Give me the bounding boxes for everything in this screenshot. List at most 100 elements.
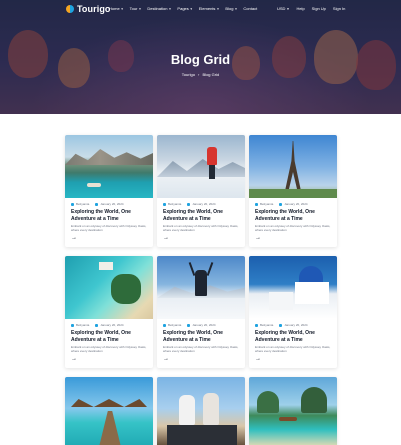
blog-card-date: January 20, 2024	[284, 202, 308, 206]
blog-card-image[interactable]	[249, 135, 337, 198]
breadcrumb-home-link[interactable]: Tourigo	[182, 72, 195, 77]
arrow-right-icon[interactable]: →	[163, 235, 169, 241]
blue-dome-shape	[299, 266, 323, 282]
blog-card-image[interactable]	[157, 377, 245, 445]
arrow-right-icon[interactable]: →	[163, 356, 169, 362]
nav-item-tour[interactable]: Tour ▼	[130, 6, 142, 11]
karst-island-shape	[301, 387, 327, 413]
blog-card-excerpt: Embark on an odyssey of discovery with O…	[255, 345, 331, 353]
calendar-icon	[187, 202, 191, 206]
person-figure	[203, 393, 219, 425]
blog-card[interactable]	[65, 377, 153, 445]
nav-item-destination[interactable]: Destination ▼	[147, 6, 171, 11]
blog-card-author: Bettyamia	[260, 202, 274, 206]
breadcrumb-separator: ›	[198, 72, 200, 77]
currency-selector[interactable]: USD ▼	[277, 6, 289, 11]
chevron-down-icon: ▼	[189, 6, 193, 11]
user-icon	[71, 323, 74, 327]
blog-card-image[interactable]	[157, 256, 245, 319]
blog-card-excerpt: Embark on an odyssey of discovery with O…	[163, 345, 239, 353]
chevron-down-icon: ▼	[216, 6, 220, 11]
chevron-down-icon: ▼	[168, 6, 172, 11]
help-link[interactable]: Help	[296, 6, 304, 11]
blog-card-title[interactable]: Exploring the World, One Adventure at a …	[157, 206, 245, 222]
trees-shape	[249, 189, 337, 198]
arrow-right-icon[interactable]: →	[255, 235, 261, 241]
user-icon	[71, 202, 74, 206]
vehicle-shape	[167, 425, 237, 445]
karst-island-shape	[257, 391, 279, 413]
hiker-figure	[207, 147, 217, 165]
boat-shape	[87, 183, 101, 187]
blog-card-author: Bettyamia	[260, 323, 274, 327]
chevron-down-icon: ▼	[234, 6, 238, 11]
blog-card-title[interactable]: Exploring the World, One Adventure at a …	[249, 327, 337, 343]
user-icon	[163, 323, 166, 327]
villa-shape	[99, 262, 113, 270]
nav-item-contact[interactable]: Contact	[243, 6, 257, 11]
calendar-icon	[95, 323, 99, 327]
blog-card[interactable]: Bettyamia January 20, 2024 Exploring the…	[157, 135, 245, 247]
breadcrumb: Tourigo › Blog Grid	[0, 72, 401, 77]
logo-icon	[66, 5, 74, 13]
blog-card-image[interactable]	[65, 135, 153, 198]
blog-card-title[interactable]: Exploring the World, One Adventure at a …	[249, 206, 337, 222]
blog-card[interactable]: Bettyamia January 20, 2024 Exploring the…	[65, 256, 153, 368]
calendar-icon	[187, 323, 191, 327]
skier-figure	[195, 270, 207, 296]
breadcrumb-current: Blog Grid	[202, 72, 220, 77]
white-building-shape	[295, 282, 329, 304]
blog-card-image[interactable]	[65, 377, 153, 445]
bungalow-roofs-shape	[71, 399, 147, 407]
header-actions: USD ▼ Help Sign Up Sign In	[277, 6, 352, 11]
sign-up-link[interactable]: Sign Up	[312, 6, 326, 11]
blog-card-title[interactable]: Exploring the World, One Adventure at a …	[65, 206, 153, 222]
blog-card-meta: Bettyamia January 20, 2024	[157, 319, 245, 327]
brand-name: Tourigo	[77, 4, 111, 14]
blog-card-image[interactable]	[249, 256, 337, 319]
sign-in-link[interactable]: Sign In	[333, 6, 345, 11]
white-building-shape	[269, 292, 293, 310]
blog-card[interactable]	[157, 377, 245, 445]
blog-card-title[interactable]: Exploring the World, One Adventure at a …	[65, 327, 153, 343]
nav-item-elements[interactable]: Elements ▼	[199, 6, 220, 11]
person-figure	[179, 395, 195, 425]
arrow-right-icon[interactable]: →	[71, 235, 77, 241]
mountain-shape	[157, 159, 245, 177]
user-icon	[255, 323, 258, 327]
blog-card-meta: Bettyamia January 20, 2024	[249, 198, 337, 206]
blog-card[interactable]: Bettyamia January 20, 2024 Exploring the…	[157, 256, 245, 368]
blog-card[interactable]: Bettyamia January 20, 2024 Exploring the…	[65, 135, 153, 247]
calendar-icon	[279, 323, 283, 327]
blog-card-excerpt: Embark on an odyssey of discovery with O…	[71, 345, 147, 353]
blog-card-meta: Bettyamia January 20, 2024	[249, 319, 337, 327]
nav-item-home[interactable]: Home ▼	[109, 6, 124, 11]
blog-card-excerpt: Embark on an odyssey of discovery with O…	[255, 224, 331, 232]
blog-card[interactable]: Bettyamia January 20, 2024 Exploring the…	[249, 256, 337, 368]
blog-card-image[interactable]	[249, 377, 337, 445]
blog-card[interactable]: Bettyamia January 20, 2024 Exploring the…	[249, 135, 337, 247]
calendar-icon	[95, 202, 99, 206]
boat-shape	[279, 417, 297, 421]
blog-card-author: Bettyamia	[168, 323, 182, 327]
blog-card-excerpt: Embark on an odyssey of discovery with O…	[163, 224, 239, 232]
blog-card-image[interactable]	[65, 256, 153, 319]
user-icon	[255, 202, 258, 206]
blog-card-date: January 20, 2024	[284, 323, 308, 327]
chevron-down-icon: ▼	[120, 6, 124, 11]
page-hero: Tourigo Home ▼ Tour ▼ Destination ▼ Pages ▼ …	[0, 0, 401, 114]
nav-item-pages[interactable]: Pages ▼	[177, 6, 192, 11]
arrow-right-icon[interactable]: →	[71, 356, 77, 362]
blog-card-title[interactable]: Exploring the World, One Adventure at a …	[157, 327, 245, 343]
blog-card-meta: Bettyamia January 20, 2024	[157, 198, 245, 206]
blog-card[interactable]	[249, 377, 337, 445]
blog-card-date: January 20, 2024	[192, 202, 216, 206]
user-icon	[163, 202, 166, 206]
brand-logo[interactable]: Tourigo	[66, 4, 111, 14]
nav-item-blog[interactable]: Blog ▼	[225, 6, 237, 11]
mountain-shape	[65, 149, 153, 165]
eiffel-tower-shape	[285, 141, 301, 191]
blog-card-image[interactable]	[157, 135, 245, 198]
arrow-right-icon[interactable]: →	[255, 356, 261, 362]
blog-card-meta: Bettyamia January 20, 2024	[65, 198, 153, 206]
